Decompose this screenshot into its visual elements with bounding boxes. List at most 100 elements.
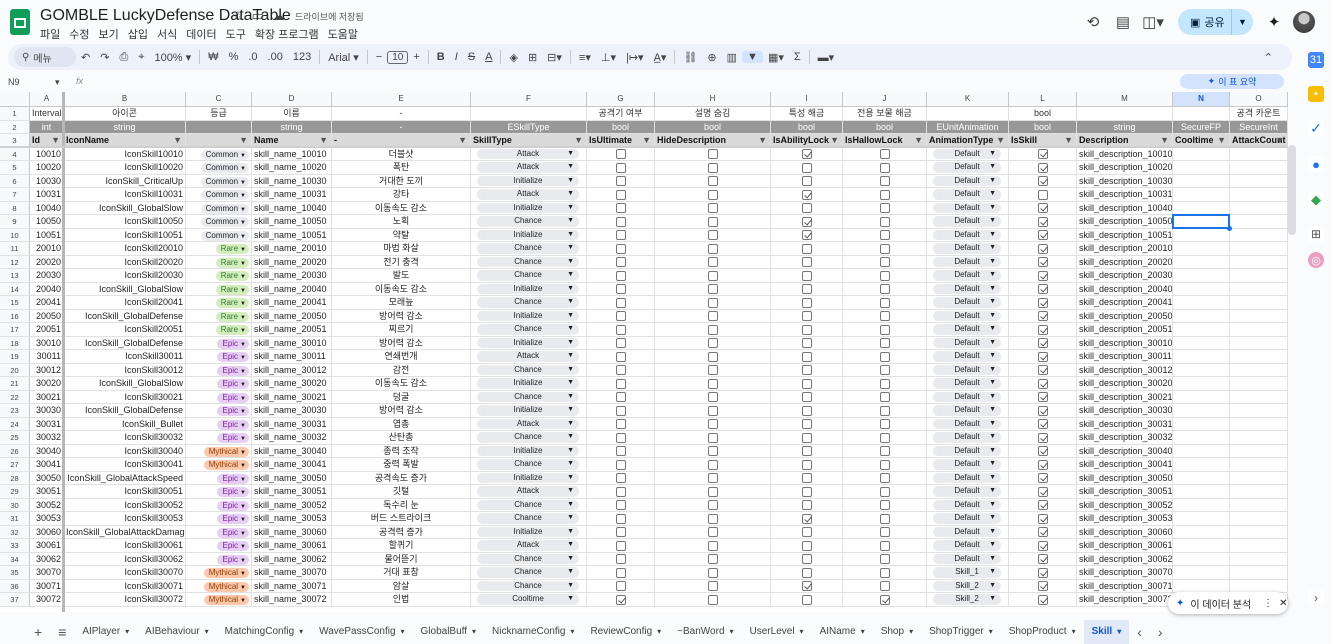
table-cell[interactable] xyxy=(1173,377,1230,391)
table-cell[interactable]: Default ▼ xyxy=(927,404,1009,418)
table-cell[interactable] xyxy=(655,242,771,256)
table-cell[interactable]: skill_description_30041 xyxy=(1077,458,1173,472)
grade-chip[interactable]: Epic ▼ xyxy=(217,433,249,443)
row-number[interactable]: 30 xyxy=(0,498,30,512)
table-cell[interactable] xyxy=(843,566,927,580)
table-cell[interactable]: skill_name_30062 xyxy=(252,552,332,566)
column-header[interactable]: O xyxy=(1230,92,1288,107)
filter-views-icon[interactable]: ▦▾ xyxy=(763,51,789,64)
grade-chip[interactable]: Epic ▼ xyxy=(217,514,249,524)
header-cell[interactable]: string xyxy=(64,120,186,134)
table-cell[interactable]: skill_name_30010 xyxy=(252,336,332,350)
currency-format-button[interactable]: ₩ xyxy=(203,51,223,63)
table-cell[interactable]: Default ▼ xyxy=(927,147,1009,161)
animation-type-dropdown[interactable]: Default ▼ xyxy=(933,364,1001,375)
table-cell[interactable]: 발도 xyxy=(332,269,471,283)
checkbox[interactable] xyxy=(708,230,718,240)
table-cell[interactable]: skill_name_30061 xyxy=(252,539,332,553)
checkbox[interactable] xyxy=(708,203,718,213)
table-cell[interactable]: 30053 xyxy=(30,512,64,526)
table-cell[interactable]: 10020 xyxy=(30,161,64,175)
checkbox[interactable] xyxy=(802,405,812,416)
checkbox[interactable] xyxy=(616,500,626,510)
table-cell[interactable] xyxy=(587,188,655,202)
table-cell[interactable]: Initialize ▼ xyxy=(471,444,587,458)
checkbox[interactable] xyxy=(802,324,812,335)
table-cell[interactable] xyxy=(587,228,655,242)
keep-icon[interactable]: ▪ xyxy=(1308,86,1324,102)
checkbox[interactable] xyxy=(708,405,718,416)
tab-menu-icon[interactable]: ▾ xyxy=(205,627,209,636)
column-header[interactable]: G xyxy=(587,92,655,107)
table-cell[interactable] xyxy=(587,498,655,512)
grade-chip[interactable]: Rare ▼ xyxy=(215,284,249,295)
row-number[interactable]: 31 xyxy=(0,512,30,526)
table-cell[interactable] xyxy=(655,390,771,404)
table-cell[interactable]: IconSkill_Bullet xyxy=(64,417,186,431)
table-cell[interactable] xyxy=(1009,147,1077,161)
scroll-tabs-right-icon[interactable]: › xyxy=(1150,624,1171,640)
checkbox[interactable] xyxy=(708,432,718,443)
animation-type-dropdown[interactable]: Default ▼ xyxy=(933,499,1001,510)
table-cell[interactable] xyxy=(1173,350,1230,364)
menu-item[interactable]: 서식 xyxy=(157,26,177,42)
table-cell[interactable]: skill_description_30070 xyxy=(1077,566,1173,580)
table-cell[interactable] xyxy=(843,593,927,607)
sheet-tab[interactable]: ~BanWord ▾ xyxy=(669,620,741,644)
table-cell[interactable]: 10050 xyxy=(30,215,64,229)
checkbox[interactable] xyxy=(1038,189,1048,200)
table-cell[interactable] xyxy=(587,525,655,539)
table-cell[interactable]: Default ▼ xyxy=(927,242,1009,256)
table-cell[interactable]: Chance ▼ xyxy=(471,390,587,404)
checkbox[interactable] xyxy=(1038,567,1048,578)
table-cell[interactable] xyxy=(771,417,843,431)
skill-type-dropdown[interactable]: Initialize ▼ xyxy=(477,337,579,348)
table-cell[interactable] xyxy=(771,525,843,539)
skill-type-dropdown[interactable]: Initialize ▼ xyxy=(477,405,579,416)
table-cell[interactable] xyxy=(1173,201,1230,215)
tab-menu-icon[interactable]: ▾ xyxy=(730,627,734,636)
checkbox[interactable] xyxy=(616,432,626,443)
table-cell[interactable]: skill_name_10031 xyxy=(252,188,332,202)
checkbox[interactable] xyxy=(880,513,890,524)
table-cell[interactable] xyxy=(1230,188,1288,202)
table-cell[interactable]: IconSkill_GlobalDefense xyxy=(64,404,186,418)
checkbox[interactable] xyxy=(880,338,890,348)
checkbox[interactable] xyxy=(616,513,626,524)
checkbox[interactable] xyxy=(802,311,812,321)
table-cell[interactable]: Common ▼ xyxy=(186,215,252,229)
table-cell[interactable]: IconSkill_GlobalSlow xyxy=(64,377,186,391)
table-cell[interactable]: skill_name_30012 xyxy=(252,363,332,377)
table-cell[interactable] xyxy=(771,215,843,229)
table-cell[interactable]: skill_name_10030 xyxy=(252,174,332,188)
table-cell[interactable] xyxy=(1173,296,1230,310)
table-cell[interactable]: IconSkill_GlobalAttackSpeed xyxy=(64,471,186,485)
table-cell[interactable] xyxy=(1173,269,1230,283)
table-cell[interactable] xyxy=(843,417,927,431)
checkbox[interactable] xyxy=(616,419,626,429)
column-header[interactable]: L xyxy=(1009,92,1077,107)
move-folder-icon[interactable]: ▭ xyxy=(252,8,264,24)
row-number[interactable]: 6 xyxy=(0,174,30,188)
checkbox[interactable] xyxy=(616,149,626,159)
table-cell[interactable]: Rare ▼ xyxy=(186,296,252,310)
table-cell[interactable]: 거대 표창 xyxy=(332,566,471,580)
table-cell[interactable] xyxy=(771,444,843,458)
skill-type-dropdown[interactable]: Initialize ▼ xyxy=(477,229,579,240)
checkbox[interactable] xyxy=(802,540,812,551)
table-cell[interactable] xyxy=(1173,309,1230,323)
checkbox[interactable] xyxy=(616,540,626,551)
table-cell[interactable]: Attack ▼ xyxy=(471,417,587,431)
table-cell[interactable]: skill_description_10030 xyxy=(1077,174,1173,188)
checkbox[interactable] xyxy=(616,216,626,227)
sheets-logo-icon[interactable] xyxy=(10,9,30,35)
checkbox[interactable] xyxy=(880,203,890,213)
table-cell[interactable]: Epic ▼ xyxy=(186,417,252,431)
sheet-tab[interactable]: ShopTrigger ▾ xyxy=(921,620,1001,644)
table-cell[interactable]: 30062 xyxy=(30,552,64,566)
table-cell[interactable]: IconSkill30040 xyxy=(64,444,186,458)
animation-type-dropdown[interactable]: Default ▼ xyxy=(933,513,1001,524)
table-cell[interactable] xyxy=(655,539,771,553)
scroll-tabs-left-icon[interactable]: ‹ xyxy=(1129,624,1150,640)
table-cell[interactable] xyxy=(1173,444,1230,458)
